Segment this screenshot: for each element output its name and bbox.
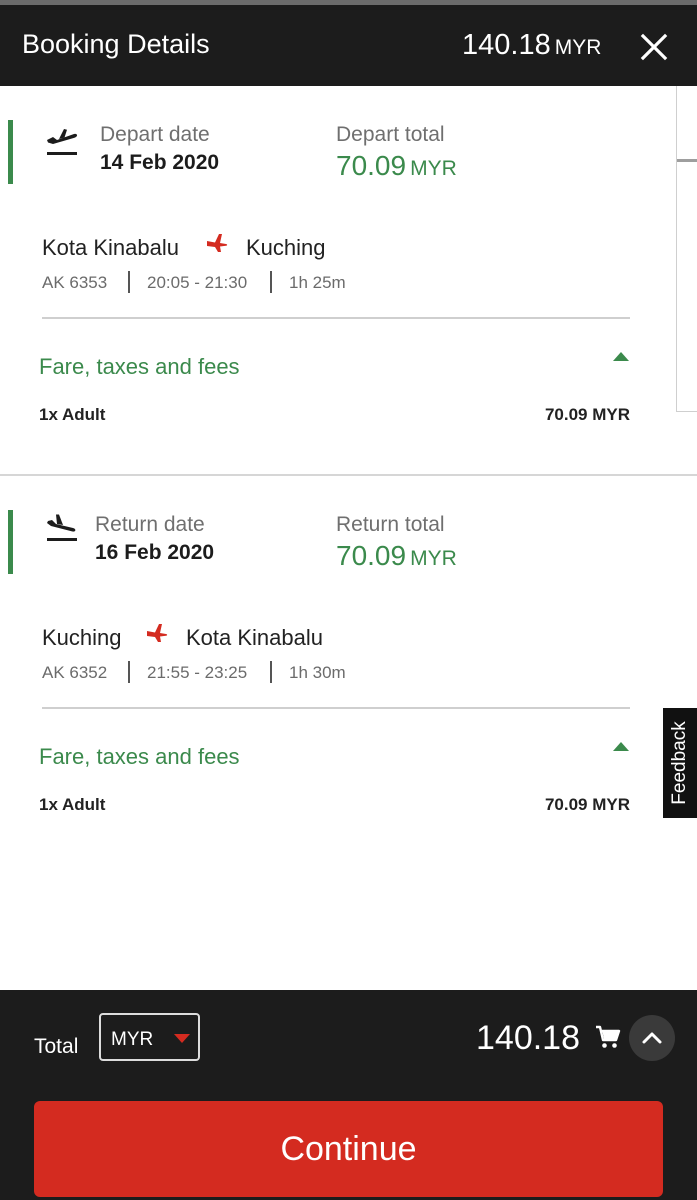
- depart-pax-price: 70.09 MYR: [544, 405, 630, 424]
- return-total-currency: MYR: [410, 547, 457, 570]
- side-panel-mark: [677, 159, 697, 162]
- feedback-label: Feedback: [669, 721, 690, 805]
- section-divider: [0, 474, 697, 476]
- return-origin: Kuching: [42, 625, 122, 650]
- return-date-label: Return date: [95, 513, 205, 536]
- return-flight-number: AK 6352: [42, 663, 108, 682]
- return-total-amount: 70.09: [336, 540, 407, 571]
- depart-pax-label: 1x Adult: [39, 405, 106, 424]
- header-title: Booking Details: [22, 29, 210, 59]
- feedback-tab[interactable]: Feedback: [663, 708, 697, 818]
- depart-total-amount: 70.09: [336, 150, 407, 181]
- depart-divider: [42, 317, 630, 319]
- depart-flight-number: AK 6353: [42, 273, 108, 292]
- depart-origin: Kota Kinabalu: [42, 235, 179, 260]
- footer-grand-total: 140.18: [476, 1019, 580, 1057]
- depart-flight-time: 20:05 - 21:30: [147, 273, 248, 292]
- header-total: 140.18 MYR: [462, 29, 601, 62]
- meta-divider: [128, 271, 130, 293]
- chevron-up-icon: [642, 1032, 662, 1044]
- depart-total-currency: MYR: [410, 157, 457, 180]
- depart-flight-duration: 1h 25m: [289, 273, 346, 292]
- header-total-amount: 140.18: [462, 29, 551, 61]
- depart-total-label: Depart total: [336, 123, 445, 146]
- return-destination: Kota Kinabalu: [186, 625, 323, 650]
- return-pax-label: 1x Adult: [39, 795, 106, 814]
- return-flight-time: 21:55 - 23:25: [147, 663, 248, 682]
- caret-up-icon[interactable]: [613, 352, 629, 361]
- caret-up-icon[interactable]: [613, 742, 629, 751]
- depart-fare-toggle[interactable]: Fare, taxes and fees: [39, 354, 240, 380]
- booking-header: Booking Details 140.18 MYR: [0, 5, 697, 86]
- flight-land-icon: [44, 513, 80, 545]
- depart-total: 70.09 MYR: [336, 150, 457, 182]
- return-pax-price: 70.09 MYR: [544, 795, 630, 814]
- flight-takeoff-icon: [44, 125, 80, 157]
- depart-destination: Kuching: [246, 235, 326, 260]
- footer-total-label: Total: [34, 1035, 79, 1058]
- depart-date-value: 14 Feb 2020: [100, 151, 220, 174]
- dropdown-arrow-icon: [174, 1034, 190, 1043]
- currency-select[interactable]: MYR: [99, 1013, 200, 1061]
- header-total-currency: MYR: [554, 36, 602, 59]
- depart-date-label: Depart date: [100, 123, 210, 146]
- continue-button[interactable]: Continue: [34, 1101, 663, 1197]
- return-fare-toggle[interactable]: Fare, taxes and fees: [39, 744, 240, 770]
- currency-select-value: MYR: [111, 1029, 154, 1050]
- return-total-label: Return total: [336, 513, 445, 536]
- depart-accent-bar: [8, 120, 13, 184]
- return-total: 70.09 MYR: [336, 540, 457, 572]
- airline-plane-icon: [205, 231, 229, 253]
- cart-icon: [594, 1023, 622, 1051]
- meta-divider: [128, 661, 130, 683]
- return-divider: [42, 707, 630, 709]
- close-icon[interactable]: [638, 31, 670, 63]
- airline-plane-icon: [145, 621, 169, 643]
- meta-divider: [270, 661, 272, 683]
- booking-footer: Total MYR 140.18 Continue: [0, 990, 697, 1200]
- side-panel-edge: [676, 86, 697, 412]
- return-date-value: 16 Feb 2020: [95, 541, 215, 564]
- meta-divider: [270, 271, 272, 293]
- return-flight-duration: 1h 30m: [289, 663, 346, 682]
- expand-summary-button[interactable]: [629, 1015, 675, 1061]
- return-accent-bar: [8, 510, 13, 574]
